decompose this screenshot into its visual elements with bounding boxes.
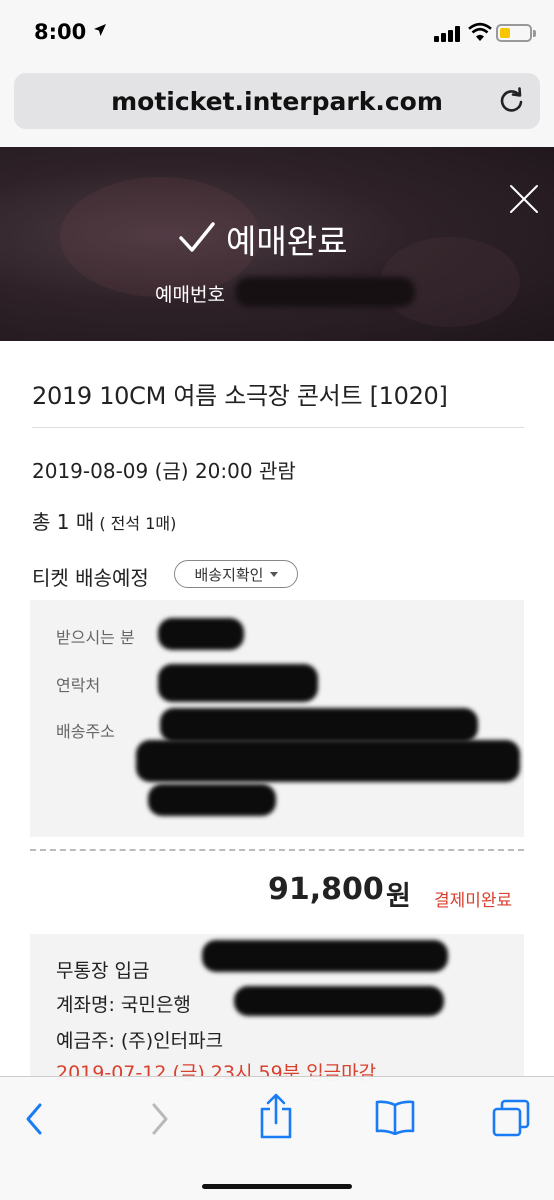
address-line1-redacted [160,708,478,742]
recipient-name-redacted [158,618,244,650]
show-date: 2019-08-09 (금) 20:00 관람 [32,459,296,483]
account-holder: 예금주: (주)인터파크 [56,1030,224,1052]
address-line2-redacted [136,740,520,782]
account-name: 계좌명: 국민은행 [56,994,191,1016]
bookmarks-icon[interactable] [374,1099,416,1135]
total-price: 91,800 [268,872,384,907]
browser-address-area: moticket.interpark.com [0,55,554,147]
payment-info-box: 무통장 입금 계좌명: 국민은행 예금주: (주)인터파크 2019-07-12… [30,934,524,1084]
ticket-count-main: 총 1 매 [32,510,95,534]
booking-complete-header: 예매완료 예매번호 [0,147,554,341]
check-delivery-address-button[interactable]: 배송지확인 [174,560,298,588]
battery-icon [496,24,536,42]
delivery-status: 티켓 배송예정 [32,566,149,590]
check-delivery-address-label: 배송지확인 [194,565,264,584]
share-icon[interactable] [258,1093,294,1139]
wifi-icon [468,22,492,41]
booking-number-redacted [235,277,415,307]
payment-status: 결제미완료 [434,891,513,911]
phone-label: 연락처 [56,676,101,695]
recipient-info-box: 받으시는 분 연락처 배송주소 [30,600,524,837]
chevron-down-icon [269,571,278,577]
status-time: 8:00 [34,20,87,44]
dashed-divider [30,849,524,851]
payment-ref-redacted [202,940,448,972]
phone-redacted [158,664,318,702]
ticket-count: 총 1 매 ( 전석 1매) [32,506,176,535]
page-title: 예매완료 [226,222,348,261]
recipient-name-label: 받으시는 분 [56,628,135,647]
home-indicator[interactable] [202,1184,352,1189]
ticket-count-detail: ( 전석 1매) [94,514,177,533]
divider [32,427,524,428]
tabs-icon[interactable] [492,1099,530,1137]
payment-method: 무통장 입금 [56,960,150,982]
signal-icon [434,26,460,42]
address-bar[interactable]: moticket.interpark.com [14,73,540,129]
concert-title: 2019 10CM 여름 소극장 콘서트 [1020] [32,382,448,410]
url-text[interactable]: moticket.interpark.com [14,87,540,116]
forward-icon[interactable] [146,1101,172,1137]
price-currency: 원 [386,881,411,912]
address-label: 배송주소 [56,722,115,741]
check-icon [179,222,215,252]
browser-toolbar [0,1076,554,1200]
back-icon[interactable] [22,1101,48,1137]
reload-icon[interactable] [498,87,526,115]
location-arrow-icon [94,24,106,36]
booking-number-label: 예매번호 [155,284,225,306]
account-number-redacted [234,986,444,1016]
close-icon[interactable] [508,183,540,215]
address-line3-redacted [148,784,276,816]
